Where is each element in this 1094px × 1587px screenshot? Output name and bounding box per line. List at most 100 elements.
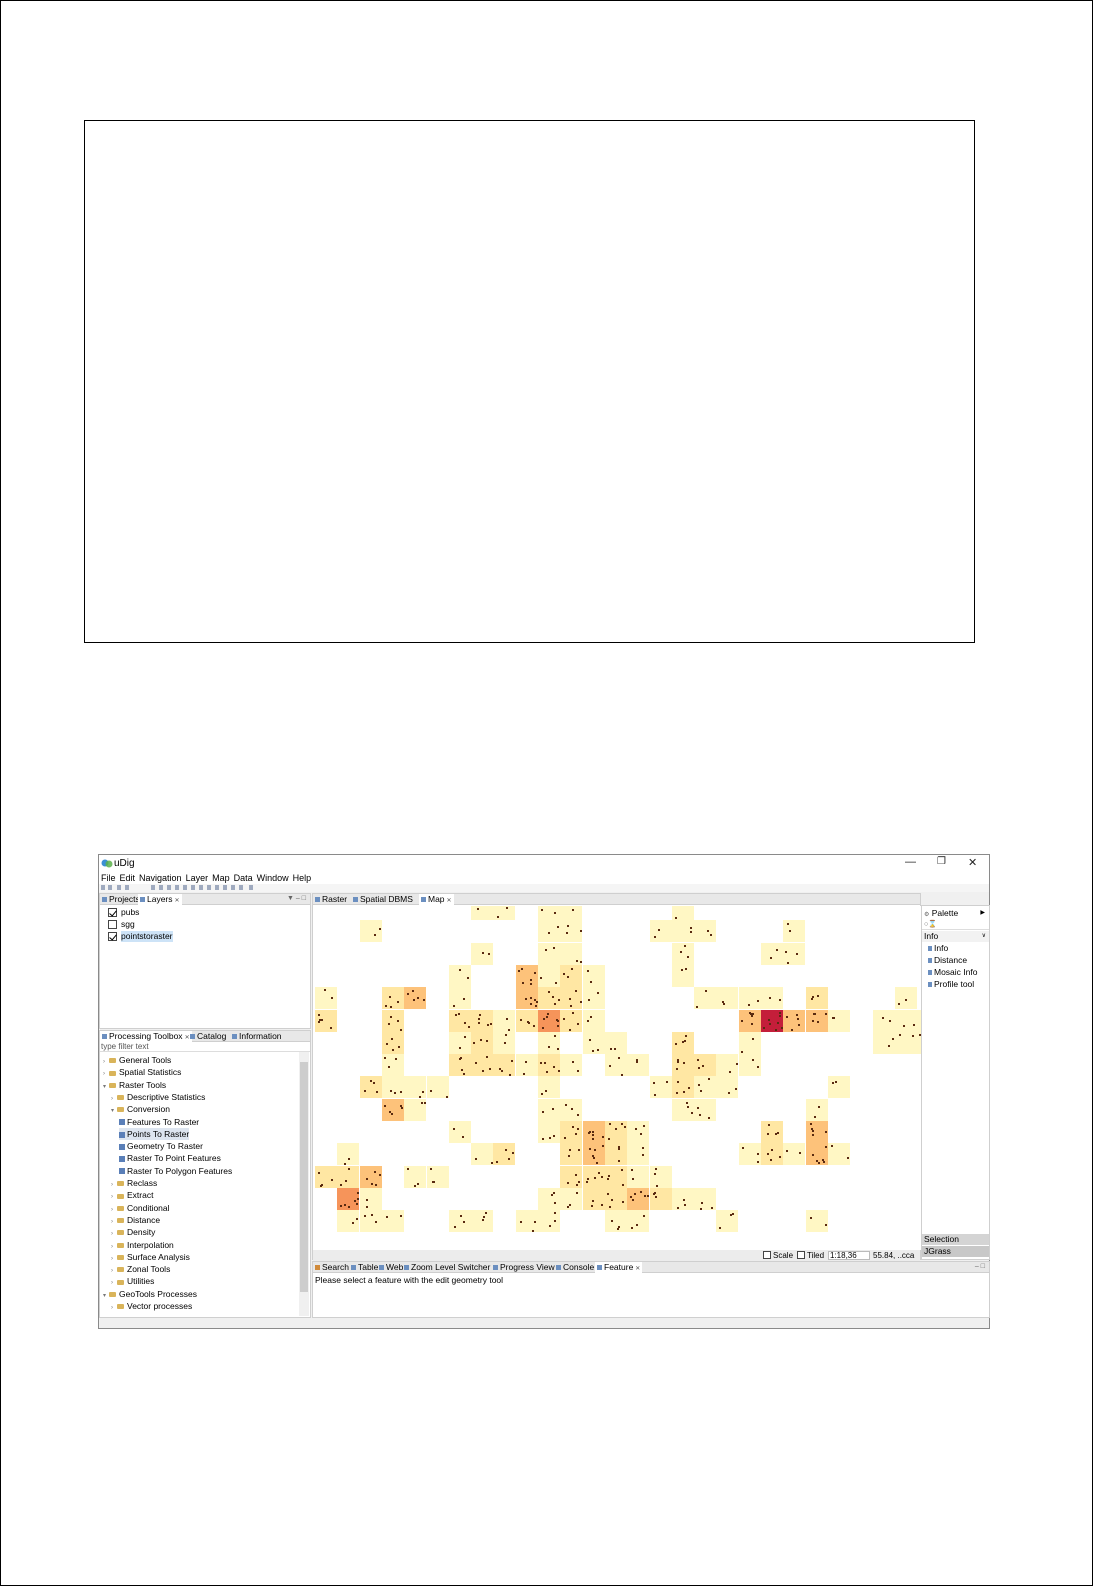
tab-table[interactable]: Table	[349, 1262, 380, 1273]
tab-spatial-dbms[interactable]: Spatial DBMS	[351, 894, 415, 905]
toolbox-scrollbar[interactable]	[299, 1052, 309, 1316]
menu-window[interactable]: Window	[257, 873, 289, 884]
tab-console[interactable]: Console	[554, 1262, 596, 1273]
tree-folder-item[interactable]: › Density	[111, 1226, 155, 1238]
tab-raster[interactable]: Raster	[313, 894, 349, 905]
point-feature	[790, 1028, 793, 1031]
tree-folder-item[interactable]: › Extract	[111, 1189, 153, 1201]
tree-folder-item[interactable]: ▾ Raster Tools	[103, 1079, 166, 1091]
forward-icon[interactable]	[207, 885, 211, 890]
view-menu-icon[interactable]: – □	[975, 1263, 985, 1270]
tree-folder-item[interactable]: › Utilities	[111, 1275, 154, 1287]
palette-item-profile-tool[interactable]: Profile tool	[928, 979, 974, 990]
raster-cell	[471, 1054, 494, 1077]
tree-folder-item[interactable]: › Interpolation	[111, 1239, 174, 1251]
palette-section-info[interactable]: Info ∨	[922, 931, 989, 942]
layer-add-icon[interactable]	[249, 885, 253, 890]
back-icon[interactable]	[199, 885, 203, 890]
tree-tool-item[interactable]: Features To Raster	[119, 1116, 199, 1128]
tree-folder-item[interactable]: › Reclass	[111, 1177, 157, 1189]
tab-zoom-level-switcher[interactable]: Zoom Level Switcher	[402, 1262, 492, 1273]
tree-folder-item[interactable]: ▾ Conversion	[111, 1103, 170, 1115]
tree-folder-item[interactable]: › Conditional	[111, 1202, 170, 1214]
pan-icon[interactable]	[167, 885, 171, 890]
point-feature	[508, 1028, 511, 1031]
tool-icon	[119, 1156, 125, 1163]
tiled-checkbox[interactable]	[797, 1251, 805, 1259]
palette-selection-drawer[interactable]: Selection	[922, 1234, 989, 1245]
scale-input[interactable]: 1:18,36	[828, 1251, 870, 1260]
palette-item-distance[interactable]: Distance	[928, 955, 967, 966]
menu-data[interactable]: Data	[234, 873, 253, 884]
tree-folder-item[interactable]: › Zonal Tools	[111, 1263, 170, 1275]
tab-projects[interactable]: Projects	[100, 894, 142, 905]
menu-navigation[interactable]: Navigation	[139, 873, 182, 884]
scroll-thumb[interactable]	[300, 1062, 308, 1292]
palette-header[interactable]: ⚙ Palette ▶	[922, 908, 989, 919]
folder-icon	[117, 1267, 124, 1273]
zoom-in-icon[interactable]	[151, 885, 155, 890]
layer-visibility-checkbox[interactable]	[108, 932, 117, 941]
restore-icon[interactable]: ❐	[937, 856, 946, 867]
menu-file[interactable]: File	[101, 873, 116, 884]
new-icon[interactable]	[101, 885, 105, 890]
close-icon[interactable]: ✕	[968, 856, 977, 869]
tab-map[interactable]: Map ✕	[419, 894, 454, 905]
tab-layers[interactable]: Layers ✕	[138, 894, 182, 905]
menu-map[interactable]: Map	[212, 873, 230, 884]
dropdown-icon[interactable]	[108, 885, 112, 890]
tree-folder-item[interactable]: › General Tools	[103, 1054, 171, 1066]
filter-input[interactable]: type filter text	[100, 1042, 310, 1052]
zoom-out-icon[interactable]	[159, 885, 163, 890]
tab-search[interactable]: Search	[313, 1262, 351, 1273]
menu-help[interactable]: Help	[293, 873, 312, 884]
layer-visibility-checkbox[interactable]	[108, 920, 117, 929]
tree-folder-item[interactable]: › Vector processes	[111, 1300, 192, 1312]
map-statusbar: Scale Tiled 1:18,36 55.84, ..cca	[313, 1250, 920, 1261]
tree-folder-item[interactable]: › Descriptive Statistics	[111, 1091, 205, 1103]
tree-tool-item[interactable]: Raster To Polygon Features	[119, 1165, 232, 1177]
point-feature	[318, 1171, 321, 1174]
palette-item-info[interactable]: Info	[928, 943, 948, 954]
zoom-extent-icon[interactable]	[175, 885, 179, 890]
point-feature	[524, 1060, 527, 1063]
palette-item-mosaic-info[interactable]: Mosaic Info	[928, 967, 977, 978]
tree-tool-item[interactable]: Points To Raster	[119, 1127, 190, 1140]
menu-edit[interactable]: Edit	[120, 873, 136, 884]
tab-information[interactable]: Information	[230, 1031, 284, 1042]
scale-checkbox[interactable]	[763, 1251, 771, 1259]
tree-folder-item[interactable]: ▾ GeoTools Processes	[103, 1288, 197, 1300]
tab-catalog[interactable]: Catalog	[188, 1031, 228, 1042]
palette-search-icon[interactable]: ○⌛	[922, 920, 989, 930]
palette-jgrass-drawer[interactable]: JGrass	[922, 1246, 989, 1257]
edit-icon[interactable]	[231, 885, 235, 890]
measure-icon[interactable]	[239, 885, 243, 890]
tree-folder-item[interactable]: › Distance	[111, 1214, 160, 1226]
point-feature	[589, 981, 592, 984]
menu-layer[interactable]: Layer	[186, 873, 209, 884]
minimize-icon[interactable]: —	[905, 856, 916, 868]
info-tool-icon[interactable]	[183, 885, 187, 890]
point-feature	[652, 1193, 655, 1196]
raster-cell	[627, 1187, 650, 1210]
tab-feature[interactable]: Feature ✕	[595, 1262, 643, 1273]
point-feature	[530, 979, 533, 982]
raster-cell	[337, 1210, 360, 1233]
point-feature	[621, 1200, 624, 1203]
point-feature	[459, 1056, 462, 1059]
refresh-icon[interactable]	[215, 885, 219, 890]
map-canvas[interactable]	[315, 906, 921, 1250]
view-menu-icon[interactable]: ▼ – □	[287, 895, 306, 902]
tree-tool-item[interactable]: Raster To Point Features	[119, 1152, 221, 1164]
tree-folder-item[interactable]: › Spatial Statistics	[103, 1066, 181, 1078]
select-tool-icon[interactable]	[191, 885, 195, 890]
save-icon[interactable]	[117, 885, 121, 890]
tree-folder-item[interactable]: › Surface Analysis	[111, 1251, 190, 1263]
tab-progress-view[interactable]: Progress View	[491, 1262, 557, 1273]
stop-icon[interactable]	[223, 885, 227, 890]
save-all-icon[interactable]	[125, 885, 129, 890]
layer-visibility-checkbox[interactable]	[108, 908, 117, 917]
tab-processing-toolbox[interactable]: Processing Toolbox ✕	[100, 1031, 192, 1042]
tree-tool-item[interactable]: Geometry To Raster	[119, 1140, 203, 1152]
point-feature	[482, 952, 485, 955]
